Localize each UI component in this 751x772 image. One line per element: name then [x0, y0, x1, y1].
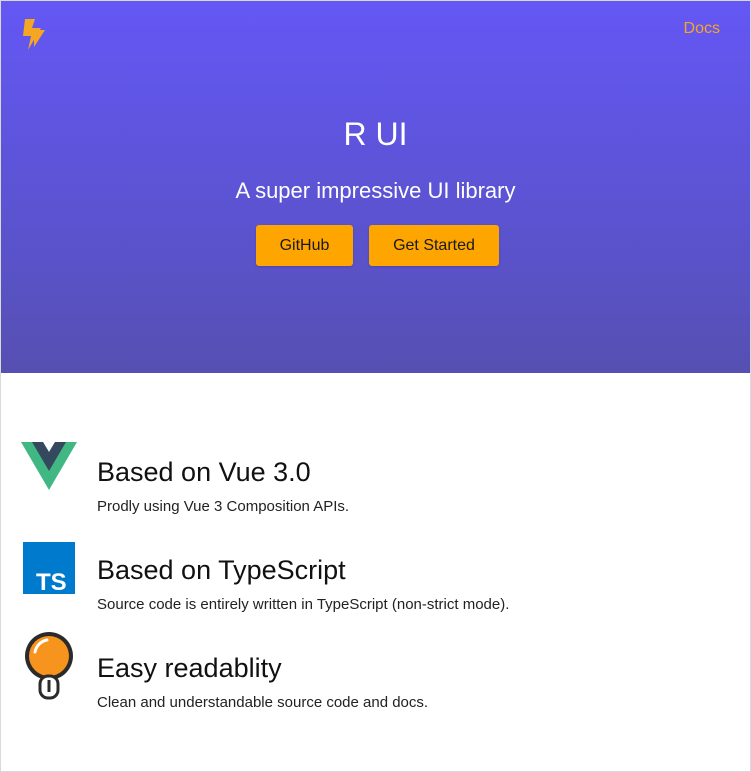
- feature-item-vue: Based on Vue 3.0 Prodly using Vue 3 Comp…: [21, 440, 721, 515]
- feature-item-typescript: TS Based on TypeScript Source code is en…: [21, 538, 721, 613]
- get-started-button[interactable]: Get Started: [369, 225, 499, 266]
- vue-logo-icon: [21, 442, 77, 490]
- feature-description: Prodly using Vue 3 Composition APIs.: [97, 498, 350, 515]
- hero-title: R UI: [343, 116, 408, 152]
- hero-section: Docs R UI A super impressive UI library …: [1, 1, 750, 373]
- feature-title: Based on Vue 3.0: [97, 457, 311, 487]
- light-bulb-icon: [25, 632, 73, 700]
- feature-item-readability: Easy readablity Clean and understandable…: [21, 632, 721, 711]
- typescript-logo-icon: TS: [23, 542, 75, 594]
- feature-title: Based on TypeScript: [97, 555, 346, 585]
- feature-description: Clean and understandable source code and…: [97, 694, 429, 711]
- svg-text:TS: TS: [36, 569, 67, 594]
- hero-subtitle: A super impressive UI library: [235, 178, 516, 203]
- docs-link[interactable]: Docs: [684, 20, 720, 38]
- lightning-logo-icon[interactable]: [22, 17, 48, 51]
- github-button[interactable]: GitHub: [256, 225, 353, 266]
- feature-title: Easy readablity: [97, 653, 282, 683]
- feature-description: Source code is entirely written in TypeS…: [97, 596, 510, 613]
